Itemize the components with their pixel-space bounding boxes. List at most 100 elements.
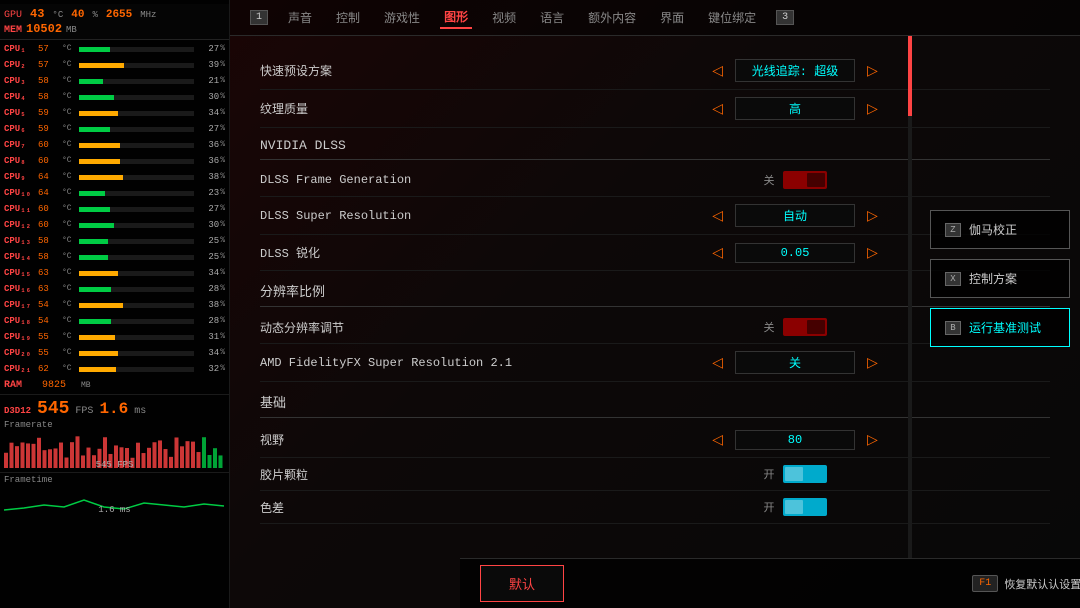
- tab-extra[interactable]: 额外内容: [584, 7, 640, 28]
- preset-arrow-right[interactable]: ▷: [861, 60, 884, 81]
- cpu-bar-12: [79, 239, 194, 244]
- cpu-label-4: CPU₅: [4, 106, 38, 120]
- cpu-temp-8: 64: [38, 170, 62, 184]
- amd-fsr-arrow-left[interactable]: ◁: [706, 352, 729, 373]
- cpu-label-8: CPU₉: [4, 170, 38, 184]
- right-panel: Z 伽马校正 X 控制方案 B 运行基准测试: [920, 200, 1080, 357]
- tab-gameplay[interactable]: 游戏性: [380, 7, 424, 28]
- cpu-bar-10: [79, 207, 194, 212]
- tab-interface[interactable]: 界面: [656, 7, 688, 28]
- texture-selector[interactable]: ◁ 高 ▷: [675, 97, 915, 120]
- frametime-label: Frametime: [4, 475, 225, 485]
- nav-badge-right: 3: [776, 10, 794, 25]
- cpu-label-3: CPU₄: [4, 90, 38, 104]
- amd-fsr-arrow-right[interactable]: ▷: [861, 352, 884, 373]
- cpu-bar-fill-19: [79, 351, 118, 356]
- cpu-temp-12: 58: [38, 234, 62, 248]
- fov-value: 80: [735, 430, 855, 450]
- film-grain-toggle[interactable]: [783, 465, 827, 483]
- dynamic-res-label: 动态分辨率调节: [260, 319, 540, 336]
- cpu-temp-14: 63: [38, 266, 62, 280]
- texture-arrow-right[interactable]: ▷: [861, 98, 884, 119]
- amd-fsr-selector[interactable]: ◁ 关 ▷: [675, 351, 915, 374]
- cpu-temp-16: 54: [38, 298, 62, 312]
- d3d12-section: D3D12 545 FPS 1.6 ms Framerate: [0, 394, 229, 432]
- cpu-row-0: CPU₁ 57 °C 27 %: [0, 41, 229, 57]
- texture-arrow-left[interactable]: ◁: [706, 98, 729, 119]
- tab-video[interactable]: 视频: [488, 7, 520, 28]
- preset-arrow-left[interactable]: ◁: [706, 60, 729, 81]
- cpu-temp-13: 58: [38, 250, 62, 264]
- cpu-list: CPU₁ 57 °C 27 % CPU₂ 57 °C 39 % CPU₃ 58 …: [0, 40, 229, 378]
- cpu-bar-18: [79, 335, 194, 340]
- fov-arrow-right[interactable]: ▷: [861, 429, 884, 450]
- cpu-bar-fill-4: [79, 111, 118, 116]
- dynamic-res-off-label: 关: [764, 319, 775, 335]
- tab-language[interactable]: 语言: [536, 7, 568, 28]
- tab-graphics[interactable]: 图形: [440, 6, 472, 29]
- cpu-bar-fill-5: [79, 127, 110, 132]
- preset-selector[interactable]: ◁ 光线追踪: 超级 ▷: [675, 59, 915, 82]
- dlss-fg-toggle[interactable]: [783, 171, 827, 189]
- default-button[interactable]: 默认: [480, 565, 564, 602]
- cpu-bar-fill-2: [79, 79, 103, 84]
- dynamic-res-toggle[interactable]: [783, 318, 827, 336]
- cpu-bar-20: [79, 367, 194, 372]
- cpu-bar-fill-17: [79, 319, 111, 324]
- cpu-row-7: CPU₈ 60 °C 36 %: [0, 153, 229, 169]
- ram-value: 9825: [42, 379, 80, 393]
- cpu-temp-17: 54: [38, 314, 62, 328]
- dlss-sharp-arrow-right[interactable]: ▷: [861, 242, 884, 263]
- cpu-label-6: CPU₇: [4, 138, 38, 152]
- cpu-bar-1: [79, 63, 194, 68]
- cpu-bar-fill-16: [79, 303, 123, 308]
- dlss-header: NVIDIA DLSS: [260, 128, 1050, 160]
- cpu-row-17: CPU₁₈ 54 °C 28 %: [0, 313, 229, 329]
- dlss-sharp-selector[interactable]: ◁ 0.05 ▷: [675, 242, 915, 263]
- tab-sound[interactable]: 声音: [284, 7, 316, 28]
- fps-chart-label: 545 FPS: [96, 460, 134, 470]
- dlss-sr-value: 自动: [735, 204, 855, 227]
- control-scheme-button[interactable]: X 控制方案: [930, 259, 1070, 298]
- fov-selector[interactable]: ◁ 80 ▷: [675, 429, 915, 450]
- mem-value: 10502: [26, 22, 62, 36]
- cpu-label-16: CPU₁₇: [4, 298, 38, 312]
- cpu-bar-fill-18: [79, 335, 115, 340]
- chromatic-toggle[interactable]: [783, 498, 827, 516]
- gamma-button[interactable]: Z 伽马校正: [930, 210, 1070, 249]
- cpu-bar-fill-15: [79, 287, 111, 292]
- amd-fsr-label: AMD FidelityFX Super Resolution 2.1: [260, 356, 540, 370]
- preset-label: 快速预设方案: [260, 62, 540, 79]
- cpu-bar-13: [79, 255, 194, 260]
- chromatic-label: 色差: [260, 499, 540, 516]
- dlss-sharp-arrow-left[interactable]: ◁: [706, 242, 729, 263]
- dlss-sr-arrow-left[interactable]: ◁: [706, 205, 729, 226]
- cpu-label-0: CPU₁: [4, 42, 38, 56]
- benchmark-key: B: [945, 321, 961, 335]
- cpu-pct-15: 28: [197, 282, 219, 296]
- cpu-label-9: CPU₁₀: [4, 186, 38, 200]
- tab-keybind[interactable]: 键位绑定: [704, 7, 760, 28]
- mem-label: MEM: [4, 25, 22, 36]
- tab-control[interactable]: 控制: [332, 7, 364, 28]
- scrollbar-thumb[interactable]: [908, 36, 912, 116]
- cpu-bar-3: [79, 95, 194, 100]
- cpu-row-16: CPU₁₇ 54 °C 38 %: [0, 297, 229, 313]
- benchmark-button[interactable]: B 运行基准测试: [930, 308, 1070, 347]
- chromatic-toggle-container: 开: [764, 498, 827, 516]
- dlss-sr-arrow-right[interactable]: ▷: [861, 205, 884, 226]
- dlss-fg-toggle-container: 关: [764, 171, 827, 189]
- cpu-bar-fill-13: [79, 255, 108, 260]
- cpu-pct-19: 34: [197, 346, 219, 360]
- gpu-clock: 2655: [106, 9, 132, 21]
- fov-arrow-left[interactable]: ◁: [706, 429, 729, 450]
- ms-chart-label: 1.6 ms: [98, 505, 130, 515]
- cpu-bar-11: [79, 223, 194, 228]
- cpu-temp-0: 57: [38, 42, 62, 56]
- cpu-bar-16: [79, 303, 194, 308]
- cpu-pct-11: 30: [197, 218, 219, 232]
- film-grain-label: 胶片颗粒: [260, 466, 540, 483]
- dlss-sr-selector[interactable]: ◁ 自动 ▷: [675, 204, 915, 227]
- cpu-row-1: CPU₂ 57 °C 39 %: [0, 57, 229, 73]
- nav-badge-left: 1: [250, 10, 268, 25]
